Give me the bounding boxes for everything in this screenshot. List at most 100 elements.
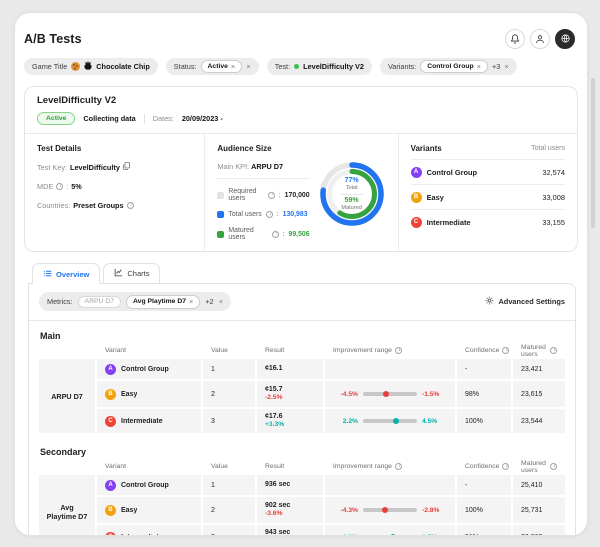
variant-name: Intermediate	[121, 534, 163, 536]
variants-filter-chip[interactable]: Control Group ×	[420, 60, 488, 73]
table-row-cell-matured: 25,410	[513, 475, 565, 495]
variants-chip-close-icon[interactable]: ×	[477, 62, 481, 71]
language-button[interactable]	[555, 29, 575, 49]
confidence-info-icon[interactable]	[502, 463, 509, 470]
mde-info-icon[interactable]	[56, 183, 63, 190]
table-row-cell-variant: C Intermediate	[97, 409, 201, 433]
metrics-label: Metrics:	[47, 297, 73, 306]
table-row-cell-value: 3	[203, 409, 255, 433]
improvement-info-icon[interactable]	[395, 347, 402, 354]
status-badge: Active	[37, 112, 75, 125]
col-variant: Variant	[97, 343, 201, 358]
variants-more-count[interactable]: +3	[492, 62, 500, 71]
table-row-cell-result: 936 sec	[257, 475, 323, 495]
globe-icon	[560, 32, 571, 47]
copy-icon[interactable]	[123, 162, 130, 172]
variant-name: Intermediate	[121, 418, 163, 425]
metrics-more-count[interactable]: +2	[205, 297, 213, 306]
bell-icon	[510, 32, 520, 47]
secondary-table-header: Variant Value Result Improvement range C…	[39, 459, 565, 474]
required-swatch	[217, 192, 224, 199]
table-row-cell-confidence: 91%	[457, 525, 511, 536]
tab-charts-label: Charts	[127, 269, 149, 278]
tab-charts[interactable]: Charts	[103, 263, 160, 283]
app-window: A/B Tests Game Title Chocolate Chip Stat…	[14, 12, 588, 536]
metric-chip-label: ARPU D7	[85, 298, 114, 305]
table-row-cell-result: 943 sec +0.8%	[257, 525, 323, 536]
range-marker	[383, 391, 389, 397]
metric-chip-arpu-d7[interactable]: ARPU D7	[78, 296, 121, 308]
range-high: 1.5%	[422, 534, 447, 536]
status-filter-chip[interactable]: Active ×	[201, 60, 243, 73]
range-high: -2.8%	[422, 507, 447, 514]
variant-name: Control Group	[427, 168, 478, 177]
total-info-icon[interactable]	[266, 211, 273, 218]
matured-info-icon[interactable]	[550, 463, 557, 470]
matured-info-icon[interactable]	[272, 231, 279, 238]
metric-chip-close-icon[interactable]: ×	[189, 297, 193, 306]
main-section-heading: Main	[39, 331, 565, 341]
variant-users: 33,008	[542, 193, 565, 202]
legend-required-users: Required users : 170,000	[217, 188, 309, 202]
table-row-cell-confidence: -	[457, 475, 511, 495]
notifications-button[interactable]	[505, 29, 525, 49]
col-result: Result	[257, 343, 323, 358]
variants-filter-label: Variants:	[388, 62, 416, 71]
audience-size-section: Audience Size Main KPI: ARPU D7 Required…	[204, 134, 397, 251]
table-row-cell-confidence: -	[457, 359, 511, 379]
status-filter-close-icon[interactable]: ×	[246, 62, 250, 71]
table-row-cell-confidence: 100%	[457, 497, 511, 523]
col-value: Value	[203, 343, 255, 358]
table-row-cell-variant: A Control Group	[97, 475, 201, 495]
filter-game-title[interactable]: Game Title Chocolate Chip	[24, 58, 158, 75]
matured-info-icon[interactable]	[550, 347, 557, 354]
variants-filter-close-icon[interactable]: ×	[504, 62, 508, 71]
tab-overview[interactable]: Overview	[32, 263, 100, 284]
variant-c-badge: C	[105, 532, 116, 536]
filter-test[interactable]: Test: LevelDifficulty V2	[267, 58, 372, 75]
table-row-cell-matured: 23,544	[513, 409, 565, 433]
variant-c-badge: C	[411, 217, 422, 228]
metrics-clear-icon[interactable]: ×	[219, 297, 223, 306]
page-title: A/B Tests	[24, 32, 82, 46]
test-details-heading: Test Details	[37, 144, 192, 153]
required-info-icon[interactable]	[268, 192, 275, 199]
table-row-cell-variant: B Easy	[97, 381, 201, 407]
result-value: ¢15.7	[265, 386, 283, 395]
confidence-info-icon[interactable]	[502, 347, 509, 354]
profile-button[interactable]	[530, 29, 550, 49]
scrollbar[interactable]	[591, 78, 595, 228]
variant-a-badge: A	[105, 480, 116, 491]
variant-row-intermediate: C Intermediate 33,155	[411, 209, 565, 234]
status-chip-close-icon[interactable]: ×	[231, 62, 235, 71]
col-improvement: Improvement range	[325, 459, 455, 474]
metric-group-label: ARPU D7	[39, 359, 95, 433]
audience-heading: Audience Size	[217, 144, 385, 153]
advanced-settings-button[interactable]: Advanced Settings	[485, 296, 565, 307]
filter-status[interactable]: Status: Active × ×	[166, 58, 259, 75]
table-row-cell-matured: 23,421	[513, 359, 565, 379]
variant-b-badge: B	[411, 192, 422, 203]
table-row-cell-confidence: 100%	[457, 409, 511, 433]
variant-name: Easy	[427, 193, 444, 202]
variant-b-badge: B	[105, 389, 116, 400]
test-key-value: LevelDifficulty	[70, 163, 120, 172]
table-row-cell-value: 2	[203, 381, 255, 407]
test-filter-value: LevelDifficulty V2	[303, 62, 364, 71]
range-marker	[393, 418, 399, 424]
metric-chip-avg-playtime[interactable]: Avg Playtime D7 ×	[126, 295, 200, 309]
legend-sep: :	[277, 211, 279, 218]
variant-name: Control Group	[121, 366, 169, 373]
metric-group-label: Avg Playtime D7	[39, 475, 95, 536]
countries-info-icon[interactable]	[127, 202, 134, 209]
legend-label: Required users	[228, 188, 263, 202]
metrics-filter[interactable]: Metrics: ARPU D7 Avg Playtime D7 × +2 ×	[39, 292, 231, 311]
improvement-info-icon[interactable]	[395, 463, 402, 470]
table-row-cell-range: 2.2% 4.5%	[325, 409, 455, 433]
legend-label: Total users	[228, 211, 261, 218]
range-low: 0.2%	[333, 534, 358, 536]
filter-variants[interactable]: Variants: Control Group × +3 ×	[380, 58, 517, 75]
audience-donut-chart: 77% Total 59% Matured	[318, 160, 386, 228]
total-swatch	[217, 211, 224, 218]
donut-divider	[341, 194, 363, 195]
